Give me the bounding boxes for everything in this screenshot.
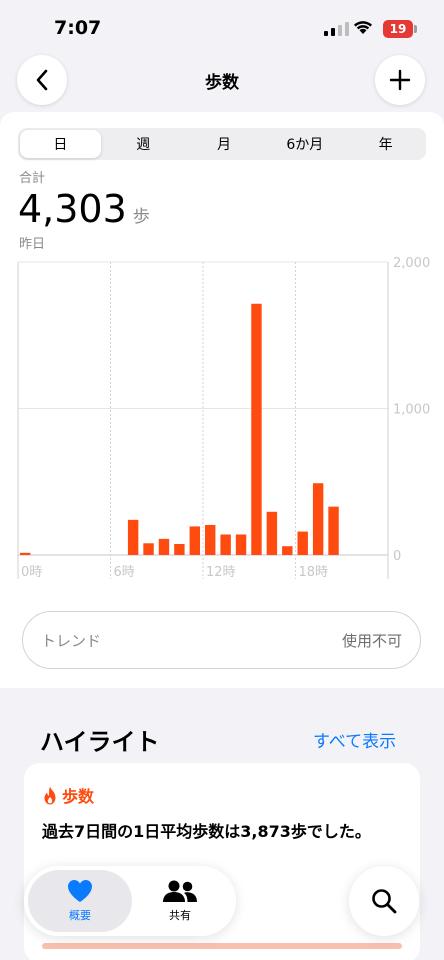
chart-bar-hour-7[interactable] xyxy=(127,519,139,555)
chart-y-tick-label: 0 xyxy=(393,549,401,564)
chart-bar-hour-10[interactable] xyxy=(174,544,185,555)
total-label: 合計 xyxy=(19,171,46,186)
search-icon xyxy=(372,889,397,914)
chart-y-tick-label: 1,000 xyxy=(393,403,430,418)
chart-x-tick-label: 6時 xyxy=(114,565,135,580)
status-bar: 7:07 19 xyxy=(0,0,444,56)
flame-icon xyxy=(44,786,56,804)
tab-summary-label: 概要 xyxy=(69,909,91,922)
tab-sharing-label: 共有 xyxy=(169,909,191,922)
segment-week[interactable]: 週 xyxy=(103,128,184,160)
tab-sharing[interactable]: 共有 xyxy=(128,870,232,932)
chart-x-tick-label: 0時 xyxy=(21,565,42,580)
chart-bar-hour-11[interactable] xyxy=(189,526,200,555)
chart-x-tick-label: 18時 xyxy=(299,565,329,580)
highlight-preview-strip xyxy=(42,943,402,949)
chart-bar-hour-8[interactable] xyxy=(143,543,154,555)
chart-bar-hour-12[interactable] xyxy=(205,524,216,555)
people-icon xyxy=(163,880,197,902)
heart-icon xyxy=(68,880,92,902)
wifi-icon xyxy=(354,21,372,34)
segment-month[interactable]: 月 xyxy=(184,128,265,160)
battery-tip xyxy=(414,25,417,33)
search-button[interactable] xyxy=(349,866,419,936)
tab-summary[interactable]: 概要 xyxy=(28,870,132,932)
chart-bar-hour-17[interactable] xyxy=(282,546,293,555)
chart-bar-hour-20[interactable] xyxy=(328,506,339,555)
trend-label: トレンド xyxy=(41,632,102,650)
segment-year[interactable]: 年 xyxy=(345,128,426,160)
chart-bar-hour-13[interactable] xyxy=(220,534,231,555)
add-data-button[interactable] xyxy=(375,55,425,105)
status-time: 7:07 xyxy=(54,17,102,39)
steps-bar-chart[interactable]: 2,000 1,000 0 0時 6時 12時 18時 xyxy=(0,250,444,590)
chart-bar-hour-18[interactable] xyxy=(297,531,308,555)
plus-icon xyxy=(389,69,411,91)
highlight-tag-label: 歩数 xyxy=(62,787,95,806)
highlight-tag: 歩数 xyxy=(42,783,94,807)
tab-bar: 概要 共有 xyxy=(24,866,236,936)
trend-status: 使用不可 xyxy=(341,632,402,650)
chart-y-tick-label: 2,000 xyxy=(393,256,430,271)
total-steps-value: 4,303 xyxy=(18,187,127,231)
cellular-signal-icon xyxy=(324,22,349,36)
time-range-selector: 日 週 月 6か月 年 xyxy=(18,128,426,160)
chart-bar-hour-15[interactable] xyxy=(251,303,262,555)
trend-row[interactable]: トレンド 使用不可 xyxy=(22,611,421,669)
battery-icon: 19 xyxy=(383,20,413,38)
chart-bar-hour-19[interactable] xyxy=(312,483,324,555)
total-row: 4,303 歩 xyxy=(18,187,150,231)
chart-bar-hour-14[interactable] xyxy=(235,534,247,555)
chart-bar-hour-0[interactable] xyxy=(20,552,31,555)
show-all-link[interactable]: すべて表示 xyxy=(313,727,396,752)
chart-x-tick-label: 12時 xyxy=(206,565,236,580)
segment-day[interactable]: 日 xyxy=(20,130,101,158)
segment-six-months[interactable]: 6か月 xyxy=(264,128,345,160)
chart-bar-hour-16[interactable] xyxy=(266,511,278,555)
highlight-text: 過去7日間の1日平均歩数は3,873歩でした。 xyxy=(42,822,371,841)
total-steps-unit: 歩 xyxy=(132,207,150,227)
chart-bar-hour-9[interactable] xyxy=(158,538,170,555)
highlights-heading: ハイライト xyxy=(40,728,160,756)
